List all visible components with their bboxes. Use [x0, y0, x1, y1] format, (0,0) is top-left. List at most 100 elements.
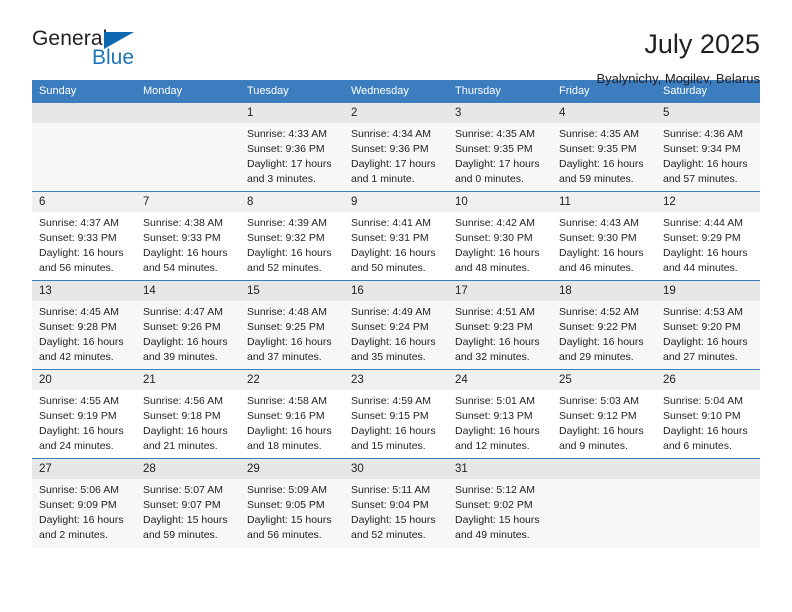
sunset-text: Sunset: 9:33 PM: [39, 231, 117, 244]
cell-inner: 27 Sunrise: 5:06 AM Sunset: 9:09 PM Dayligh…: [32, 459, 136, 548]
day-info: Sunrise: 4:55 AM Sunset: 9:19 PM Daylight:…: [32, 390, 136, 454]
calendar-cell-day[interactable]: 21 Sunrise: 4:56 AM Sunset: 9:18 PM Dayligh…: [136, 369, 240, 459]
calendar-cell-day[interactable]: 30 Sunrise: 5:11 AM Sunset: 9:04 PM Dayligh…: [344, 458, 448, 548]
calendar-cell-day[interactable]: 17 Sunrise: 4:51 AM Sunset: 9:23 PM Dayligh…: [448, 280, 552, 370]
calendar-cell-day[interactable]: 24 Sunrise: 5:01 AM Sunset: 9:13 PM Dayligh…: [448, 369, 552, 459]
calendar-cell-day[interactable]: 14 Sunrise: 4:47 AM Sunset: 9:26 PM Dayligh…: [136, 280, 240, 370]
cell-inner: [32, 103, 136, 191]
sunset-text: Sunset: 9:09 PM: [39, 498, 117, 511]
day-number: [136, 103, 240, 123]
sunset-text: Sunset: 9:19 PM: [39, 409, 117, 422]
cell-inner: 4 Sunrise: 4:35 AM Sunset: 9:35 PM Daylight…: [552, 103, 656, 191]
day-number: [552, 459, 656, 479]
day-number: 11: [552, 192, 656, 212]
cell-inner: 3 Sunrise: 4:35 AM Sunset: 9:35 PM Daylight…: [448, 103, 552, 191]
sunrise-text: Sunrise: 4:36 AM: [663, 128, 743, 140]
sunset-text: Sunset: 9:13 PM: [455, 409, 533, 422]
day-number: 2: [344, 103, 448, 123]
daylight-text-line1: Daylight: 15 hours: [455, 513, 540, 526]
sunset-text: Sunset: 9:22 PM: [559, 320, 637, 333]
calendar-cell-day[interactable]: 27 Sunrise: 5:06 AM Sunset: 9:09 PM Dayligh…: [32, 458, 136, 548]
calendar-cell-day[interactable]: 16 Sunrise: 4:49 AM Sunset: 9:24 PM Dayligh…: [344, 280, 448, 370]
calendar-cell-day[interactable]: 5 Sunrise: 4:36 AM Sunset: 9:34 PM Daylight…: [656, 102, 760, 192]
calendar-cell-day[interactable]: 13 Sunrise: 4:45 AM Sunset: 9:28 PM Dayligh…: [32, 280, 136, 370]
cell-inner: 9 Sunrise: 4:41 AM Sunset: 9:31 PM Daylight…: [344, 192, 448, 280]
sunrise-text: Sunrise: 4:51 AM: [455, 306, 535, 318]
calendar-cell-day[interactable]: 15 Sunrise: 4:48 AM Sunset: 9:25 PM Dayligh…: [240, 280, 344, 370]
cell-inner: 22 Sunrise: 4:58 AM Sunset: 9:16 PM Dayligh…: [240, 370, 344, 458]
sunset-text: Sunset: 9:20 PM: [663, 320, 741, 333]
daylight-text-line1: Daylight: 17 hours: [351, 157, 436, 170]
calendar-cell-day[interactable]: 18 Sunrise: 4:52 AM Sunset: 9:22 PM Dayligh…: [552, 280, 656, 370]
cell-inner: 2 Sunrise: 4:34 AM Sunset: 9:36 PM Daylight…: [344, 103, 448, 191]
calendar-week-row: 6 Sunrise: 4:37 AM Sunset: 9:33 PM Daylight…: [32, 191, 760, 281]
day-number: 15: [240, 281, 344, 301]
daylight-text-line2: and 46 minutes.: [559, 261, 634, 274]
page-header: General Blue July 2025 Byalynichy, Mogil…: [32, 0, 760, 86]
cell-inner: [136, 103, 240, 191]
calendar-cell-day[interactable]: 3 Sunrise: 4:35 AM Sunset: 9:35 PM Daylight…: [448, 102, 552, 192]
day-info: Sunrise: 4:58 AM Sunset: 9:16 PM Daylight:…: [240, 390, 344, 454]
daylight-text-line2: and 2 minutes.: [39, 528, 108, 541]
calendar-cell-day[interactable]: 20 Sunrise: 4:55 AM Sunset: 9:19 PM Dayligh…: [32, 369, 136, 459]
calendar-cell-day[interactable]: 26 Sunrise: 5:04 AM Sunset: 9:10 PM Dayligh…: [656, 369, 760, 459]
daylight-text-line1: Daylight: 15 hours: [351, 513, 436, 526]
daylight-text-line2: and 52 minutes.: [351, 528, 426, 541]
daylight-text-line2: and 52 minutes.: [247, 261, 322, 274]
sunrise-text: Sunrise: 4:43 AM: [559, 217, 639, 229]
calendar-cell-day[interactable]: 23 Sunrise: 4:59 AM Sunset: 9:15 PM Dayligh…: [344, 369, 448, 459]
daylight-text-line1: Daylight: 16 hours: [455, 246, 540, 259]
daylight-text-line2: and 48 minutes.: [455, 261, 530, 274]
sunrise-text: Sunrise: 4:39 AM: [247, 217, 327, 229]
daylight-text-line2: and 56 minutes.: [39, 261, 114, 274]
daylight-text-line1: Daylight: 17 hours: [455, 157, 540, 170]
calendar-cell-day[interactable]: 2 Sunrise: 4:34 AM Sunset: 9:36 PM Daylight…: [344, 102, 448, 192]
sunset-text: Sunset: 9:04 PM: [351, 498, 429, 511]
cell-inner: 30 Sunrise: 5:11 AM Sunset: 9:04 PM Dayligh…: [344, 459, 448, 548]
daylight-text-line2: and 1 minute.: [351, 172, 415, 185]
day-info: Sunrise: 5:12 AM Sunset: 9:02 PM Daylight:…: [448, 479, 552, 543]
daylight-text-line2: and 15 minutes.: [351, 439, 426, 452]
daylight-text-line2: and 37 minutes.: [247, 350, 322, 363]
sunrise-text: Sunrise: 4:41 AM: [351, 217, 431, 229]
calendar-cell-day[interactable]: 4 Sunrise: 4:35 AM Sunset: 9:35 PM Daylight…: [552, 102, 656, 192]
day-info: Sunrise: 4:53 AM Sunset: 9:20 PM Daylight:…: [656, 301, 760, 365]
day-number: 17: [448, 281, 552, 301]
daylight-text-line2: and 54 minutes.: [143, 261, 218, 274]
day-info: Sunrise: 5:09 AM Sunset: 9:05 PM Daylight:…: [240, 479, 344, 543]
daylight-text-line2: and 3 minutes.: [247, 172, 316, 185]
calendar-cell-day[interactable]: 19 Sunrise: 4:53 AM Sunset: 9:20 PM Dayligh…: [656, 280, 760, 370]
calendar-cell-day[interactable]: 11 Sunrise: 4:43 AM Sunset: 9:30 PM Dayligh…: [552, 191, 656, 281]
calendar-cell-day[interactable]: 12 Sunrise: 4:44 AM Sunset: 9:29 PM Dayligh…: [656, 191, 760, 281]
day-number: 8: [240, 192, 344, 212]
sunrise-text: Sunrise: 4:55 AM: [39, 395, 119, 407]
page-title: July 2025: [644, 29, 760, 59]
calendar-cell-day[interactable]: 29 Sunrise: 5:09 AM Sunset: 9:05 PM Dayligh…: [240, 458, 344, 548]
sunset-text: Sunset: 9:05 PM: [247, 498, 325, 511]
cell-inner: 23 Sunrise: 4:59 AM Sunset: 9:15 PM Dayligh…: [344, 370, 448, 458]
daylight-text-line1: Daylight: 16 hours: [39, 335, 124, 348]
sunrise-text: Sunrise: 5:04 AM: [663, 395, 743, 407]
calendar-cell-day[interactable]: 22 Sunrise: 4:58 AM Sunset: 9:16 PM Dayligh…: [240, 369, 344, 459]
calendar-cell-day[interactable]: 28 Sunrise: 5:07 AM Sunset: 9:07 PM Dayligh…: [136, 458, 240, 548]
sunset-text: Sunset: 9:35 PM: [455, 142, 533, 155]
day-number: 24: [448, 370, 552, 390]
calendar-cell-day[interactable]: 10 Sunrise: 4:42 AM Sunset: 9:30 PM Dayligh…: [448, 191, 552, 281]
calendar-cell-day[interactable]: 8 Sunrise: 4:39 AM Sunset: 9:32 PM Daylight…: [240, 191, 344, 281]
calendar-cell-day[interactable]: 25 Sunrise: 5:03 AM Sunset: 9:12 PM Dayligh…: [552, 369, 656, 459]
cell-inner: 18 Sunrise: 4:52 AM Sunset: 9:22 PM Dayligh…: [552, 281, 656, 369]
calendar-cell-day[interactable]: 31 Sunrise: 5:12 AM Sunset: 9:02 PM Dayligh…: [448, 458, 552, 548]
day-info: Sunrise: 5:06 AM Sunset: 9:09 PM Daylight:…: [32, 479, 136, 543]
cell-inner: 28 Sunrise: 5:07 AM Sunset: 9:07 PM Dayligh…: [136, 459, 240, 548]
sunrise-text: Sunrise: 4:59 AM: [351, 395, 431, 407]
sunset-text: Sunset: 9:30 PM: [559, 231, 637, 244]
sunset-text: Sunset: 9:10 PM: [663, 409, 741, 422]
daylight-text-line1: Daylight: 16 hours: [663, 157, 748, 170]
daylight-text-line2: and 24 minutes.: [39, 439, 114, 452]
calendar-cell-day[interactable]: 7 Sunrise: 4:38 AM Sunset: 9:33 PM Daylight…: [136, 191, 240, 281]
calendar-cell-day[interactable]: 1 Sunrise: 4:33 AM Sunset: 9:36 PM Daylight…: [240, 102, 344, 192]
calendar-cell-day[interactable]: 6 Sunrise: 4:37 AM Sunset: 9:33 PM Daylight…: [32, 191, 136, 281]
general-blue-logo[interactable]: General Blue: [32, 28, 162, 74]
day-info: Sunrise: 4:35 AM Sunset: 9:35 PM Daylight:…: [552, 123, 656, 187]
calendar-cell-day[interactable]: 9 Sunrise: 4:41 AM Sunset: 9:31 PM Daylight…: [344, 191, 448, 281]
